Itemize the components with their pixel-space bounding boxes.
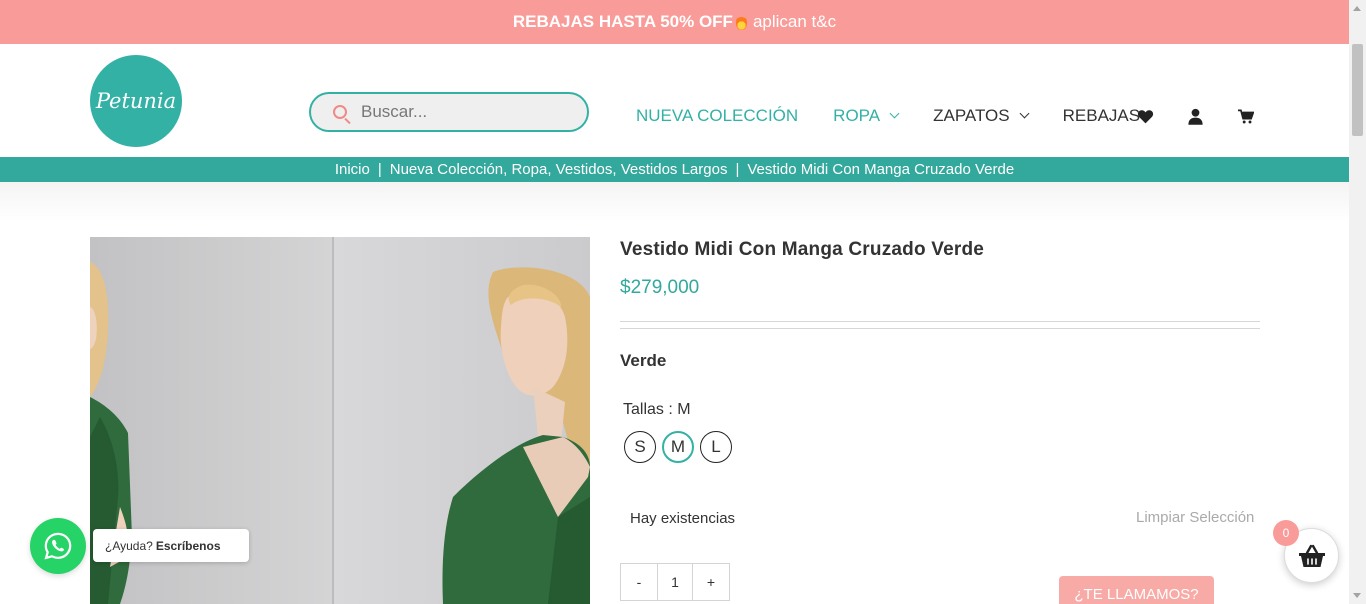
user-icon[interactable] xyxy=(1185,106,1205,126)
whatsapp-tooltip-prefix: ¿Ayuda? xyxy=(105,538,153,553)
basket-icon xyxy=(1298,544,1325,567)
divider xyxy=(620,321,1260,322)
nav-item-nueva-coleccion[interactable]: NUEVA COLECCIÓN xyxy=(636,106,798,126)
breadcrumb-separator: | xyxy=(735,161,740,178)
whatsapp-tooltip-cta: Escríbenos xyxy=(155,538,221,553)
whatsapp-tooltip[interactable]: ¿Ayuda? Escríbenos xyxy=(93,529,249,562)
call-me-button[interactable]: ¿TE LLAMAMOS? xyxy=(1059,576,1214,604)
logo[interactable]: Petunia xyxy=(90,55,182,147)
breadcrumb-separator: | xyxy=(377,161,382,178)
scrollbar-thumb[interactable] xyxy=(1352,44,1363,136)
nav-item-zapatos[interactable]: ZAPATOS xyxy=(933,106,1030,126)
quantity-stepper: - 1 + xyxy=(620,563,730,601)
product-color: Verde xyxy=(620,351,667,370)
promo-bar[interactable]: REBAJAS HASTA 50% OFF aplican t&c xyxy=(0,0,1349,44)
main-nav: NUEVA COLECCIÓN ROPA ZAPATOS REBAJAS xyxy=(636,104,1175,128)
cart-count-badge: 0 xyxy=(1273,520,1299,546)
breadcrumb-categories[interactable]: Nueva Colección, Ropa, Vestidos, Vestido… xyxy=(390,161,728,178)
clear-selection-link[interactable]: Limpiar Selección xyxy=(1136,509,1254,526)
promo-terms: aplican t&c xyxy=(752,12,837,31)
product-photo-right xyxy=(333,237,590,604)
quantity-plus-button[interactable]: + xyxy=(693,564,729,600)
page: REBAJAS HASTA 50% OFF aplican t&c Petuni… xyxy=(0,0,1366,604)
sizes-label: Tallas : M xyxy=(623,401,691,418)
site-header: Petunia NUEVA COLECCIÓN ROPA ZAPATOS REB… xyxy=(0,44,1349,157)
nav-label: ROPA xyxy=(833,106,881,125)
divider xyxy=(620,328,1260,329)
photo-divider xyxy=(332,237,334,604)
quantity-input[interactable]: 1 xyxy=(657,564,693,600)
size-option-m[interactable]: M xyxy=(662,431,694,463)
scroll-down-arrow[interactable] xyxy=(1353,593,1361,598)
header-shadow xyxy=(0,182,1349,222)
nav-label: NUEVA COLECCIÓN xyxy=(636,106,799,125)
heart-icon[interactable] xyxy=(1135,106,1155,126)
nav-item-rebajas[interactable]: REBAJAS xyxy=(1063,106,1140,126)
size-option-l[interactable]: L xyxy=(700,431,732,463)
promo-headline: REBAJAS HASTA 50% OFF xyxy=(512,12,733,31)
search-box[interactable] xyxy=(309,92,589,132)
cart-icon[interactable] xyxy=(1236,106,1256,126)
whatsapp-button[interactable] xyxy=(30,518,86,574)
logo-text: Petunia xyxy=(95,89,177,113)
nav-item-ropa[interactable]: ROPA xyxy=(833,106,900,126)
search-input[interactable] xyxy=(361,102,571,122)
size-option-s[interactable]: S xyxy=(624,431,656,463)
nav-label: ZAPATOS xyxy=(933,106,1010,125)
stock-status: Hay existencias xyxy=(630,510,736,526)
whatsapp-icon xyxy=(44,532,72,560)
breadcrumb-current: Vestido Midi Con Manga Cruzado Verde xyxy=(747,161,1015,178)
product-title: Vestido Midi Con Manga Cruzado Verde xyxy=(620,239,985,260)
flame-icon xyxy=(735,14,747,30)
chevron-down-icon xyxy=(1019,108,1030,119)
breadcrumb-home[interactable]: Inicio xyxy=(335,161,370,178)
page-scrollbar[interactable] xyxy=(1349,0,1366,604)
nav-label: REBAJAS xyxy=(1062,106,1141,125)
breadcrumb: Inicio | Nueva Colección, Ropa, Vestidos… xyxy=(0,157,1349,182)
size-options: S M L xyxy=(624,431,738,463)
quantity-minus-button[interactable]: - xyxy=(621,564,657,600)
product-price: $279,000 xyxy=(620,277,700,298)
chevron-down-icon xyxy=(889,108,900,119)
search-icon[interactable] xyxy=(333,105,347,119)
scroll-up-arrow[interactable] xyxy=(1353,6,1361,11)
